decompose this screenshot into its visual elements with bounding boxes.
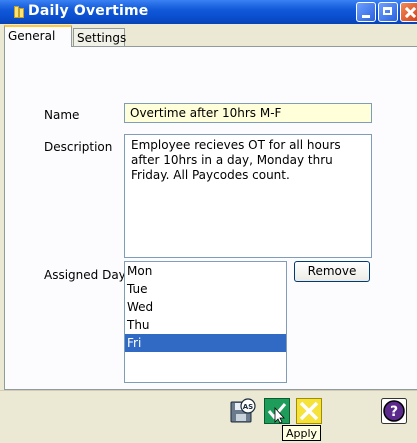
tab-strip: General Settings bbox=[0, 24, 417, 47]
minimize-button[interactable] bbox=[356, 2, 376, 22]
day-item-tue[interactable]: Tue bbox=[125, 280, 286, 298]
help-icon[interactable]: ? bbox=[381, 398, 407, 424]
assigned-day-label: Assigned Day bbox=[44, 268, 126, 282]
bottom-toolbar bbox=[0, 390, 417, 443]
description-field[interactable]: Employee recieves OT for all hours after… bbox=[124, 134, 372, 258]
save-as-icon[interactable]: AS bbox=[230, 398, 256, 424]
close-button[interactable] bbox=[400, 2, 417, 22]
maximize-button[interactable] bbox=[378, 2, 398, 22]
title-bar[interactable]: Daily Overtime bbox=[0, 0, 417, 24]
app-icon bbox=[14, 6, 24, 18]
assigned-day-list[interactable]: Mon Tue Wed Thu Fri bbox=[124, 261, 287, 383]
day-item-fri[interactable]: Fri bbox=[125, 334, 286, 352]
cancel-x-icon[interactable] bbox=[296, 398, 322, 424]
daily-overtime-window: Daily Overtime General Settings Name Ove… bbox=[0, 0, 417, 443]
svg-text:AS: AS bbox=[243, 403, 253, 411]
day-item-mon[interactable]: Mon bbox=[125, 262, 286, 280]
day-item-thu[interactable]: Thu bbox=[125, 316, 286, 334]
help-glyph: ? bbox=[390, 404, 398, 420]
window-title: Daily Overtime bbox=[28, 3, 149, 19]
name-field[interactable]: Overtime after 10hrs M-F bbox=[124, 103, 372, 123]
description-label: Description bbox=[44, 140, 113, 154]
apply-tooltip: Apply bbox=[282, 425, 322, 441]
name-label: Name bbox=[44, 108, 80, 122]
tab-settings[interactable]: Settings bbox=[73, 28, 126, 46]
tab-general[interactable]: General bbox=[4, 25, 72, 47]
day-item-wed[interactable]: Wed bbox=[125, 298, 286, 316]
remove-button[interactable]: Remove bbox=[294, 261, 370, 282]
apply-checkmark-icon[interactable] bbox=[264, 398, 290, 424]
